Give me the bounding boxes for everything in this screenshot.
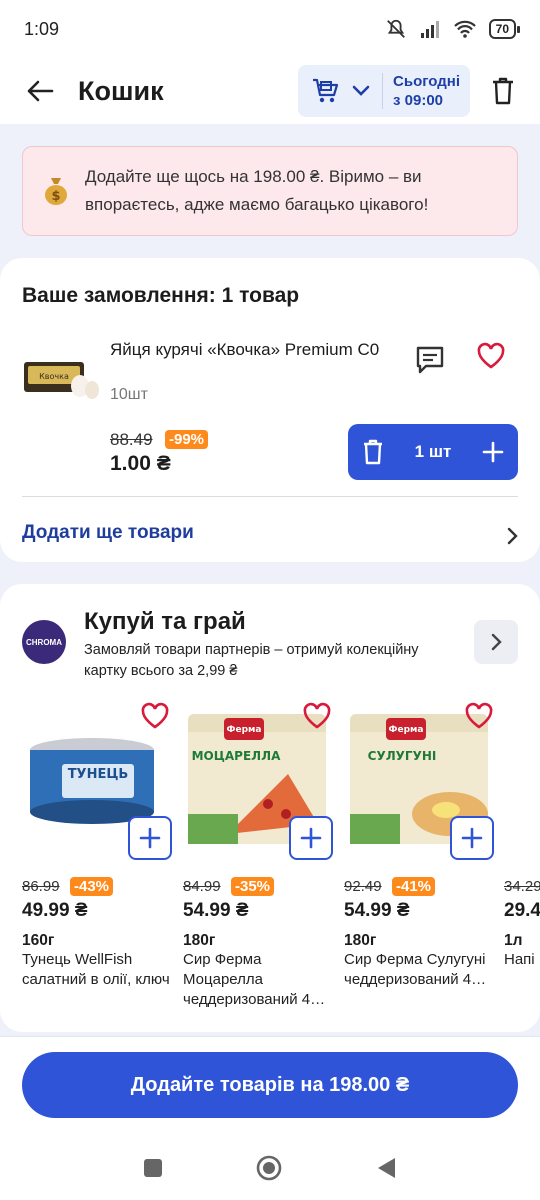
cart-item-price: 1.00 ₴ <box>110 452 171 475</box>
delivery-selector[interactable]: Сьогодні з 09:00 <box>298 65 470 117</box>
product-price: 49.99 ₴ <box>22 900 88 921</box>
back-button[interactable] <box>22 73 58 109</box>
home-icon[interactable] <box>255 1154 283 1182</box>
banner-text: Додайте ще щось на 198.00 ₴. Віримо – ви… <box>85 167 429 214</box>
order-card: Ваше замовлення: 1 товар <box>0 258 540 562</box>
add-to-cart-button[interactable] <box>450 816 494 860</box>
min-order-banner: $ Додайте ще щось на 198.00 ₴. Віримо – … <box>22 146 518 236</box>
recent-apps-icon[interactable] <box>143 1158 163 1178</box>
arrow-left-icon <box>27 80 54 102</box>
chevron-down-icon <box>348 78 374 104</box>
product-weight: 1л <box>504 932 523 949</box>
add-to-cart-button[interactable] <box>289 816 333 860</box>
system-navbar <box>0 1136 540 1200</box>
product-weight: 160г <box>22 932 55 949</box>
cart-item-old-price: 88.49 <box>110 430 153 449</box>
promo-logo: CHROMA <box>22 620 66 664</box>
product-image-eggs[interactable]: Квочка <box>22 346 100 402</box>
checkout-cta-button[interactable]: Додайте товарів на 198.00 ₴ <box>22 1052 518 1118</box>
product-discount-badge: -41% <box>392 877 436 896</box>
promo-title: Купуй та грай <box>84 608 246 635</box>
chevron-right-icon <box>491 633 502 651</box>
product-name[interactable]: Тунець WellFish салатний в олії, ключ <box>22 950 177 990</box>
promo-more-button[interactable] <box>474 620 518 664</box>
app-header: Кошик Сьогодні з 09:00 <box>0 58 540 124</box>
wifi-icon <box>453 20 476 38</box>
svg-text:$: $ <box>51 189 60 204</box>
svg-text:Квочка: Квочка <box>39 372 69 381</box>
product-name[interactable]: Сир Ферма Моцарелла чеддеризований 4… <box>183 950 338 1010</box>
product-old-price: 34.29 <box>504 878 540 895</box>
page-title: Кошик <box>78 75 164 106</box>
status-bar: 1:09 70 <box>0 0 540 58</box>
heart-icon[interactable] <box>476 342 506 370</box>
product-old-price: 84.99 <box>183 878 221 895</box>
product-old-price: 92.49 <box>344 878 382 895</box>
battery-indicator: 70 <box>488 19 521 39</box>
product-discount-badge: -35% <box>231 877 275 896</box>
cart-item-name[interactable]: Яйця курячі «Квочка» Premium С0 <box>110 338 400 361</box>
delivery-day: Сьогодні <box>393 73 460 90</box>
plus-icon <box>300 827 322 849</box>
delivery-cart-icon <box>308 74 342 108</box>
svg-text:Ферма: Ферма <box>389 725 424 735</box>
heart-icon[interactable] <box>140 702 170 730</box>
promo-subtitle: Замовляй товари партнерів – отримуй коле… <box>84 642 419 679</box>
money-bag-icon: $ <box>43 176 69 206</box>
delivery-hour: з 09:00 <box>393 92 444 109</box>
product-name[interactable]: Сир Ферма Сулугуні чеддеризований 4… <box>344 950 499 990</box>
status-time: 1:09 <box>24 18 60 39</box>
tuna-label: ТУНЕЦЬ <box>68 767 129 782</box>
delivery-time: Сьогодні з 09:00 <box>393 72 460 110</box>
product-weight: 180г <box>344 932 377 949</box>
product-weight: 180г <box>183 932 216 949</box>
status-icons: 70 <box>385 18 521 40</box>
cart-item-quantity: 10шт <box>110 386 148 403</box>
heart-icon[interactable] <box>302 702 332 730</box>
plus-icon <box>139 827 161 849</box>
plus-icon[interactable] <box>482 441 504 463</box>
product-name: Напі <box>504 951 535 968</box>
comment-icon[interactable] <box>414 344 446 376</box>
product-old-price: 86.99 <box>22 878 60 895</box>
signal-icon <box>420 21 439 38</box>
trash-icon <box>493 77 513 105</box>
clear-cart-button[interactable] <box>488 76 518 106</box>
add-to-cart-button[interactable] <box>128 816 172 860</box>
mute-icon <box>386 19 405 38</box>
back-nav-icon[interactable] <box>375 1156 397 1180</box>
quantity-stepper: 1 шт <box>348 424 518 480</box>
chevron-right-icon[interactable] <box>502 524 522 548</box>
svg-text:Ферма: Ферма <box>227 725 262 735</box>
suluguni-label: СУЛУГУНІ <box>368 749 437 763</box>
trash-icon[interactable] <box>362 439 384 465</box>
add-more-link[interactable]: Додати ще товари <box>22 522 194 544</box>
product-discount-badge: -43% <box>70 877 114 896</box>
product-price: 29.4 <box>504 900 540 921</box>
mozzarella-label: МОЦАРЕЛЛА <box>192 749 281 763</box>
plus-icon <box>461 827 483 849</box>
order-divider <box>22 496 518 497</box>
delivery-divider <box>382 73 384 109</box>
product-price: 54.99 ₴ <box>344 900 410 921</box>
order-title: Ваше замовлення: 1 товар <box>22 284 300 307</box>
cart-item-discount-badge: -99% <box>165 430 209 449</box>
stepper-quantity: 1 шт <box>414 442 452 461</box>
product-tile-partial[interactable]: 34.29 29.4 1л Напі <box>504 870 540 1010</box>
product-price: 54.99 ₴ <box>183 900 249 921</box>
heart-icon[interactable] <box>464 702 494 730</box>
